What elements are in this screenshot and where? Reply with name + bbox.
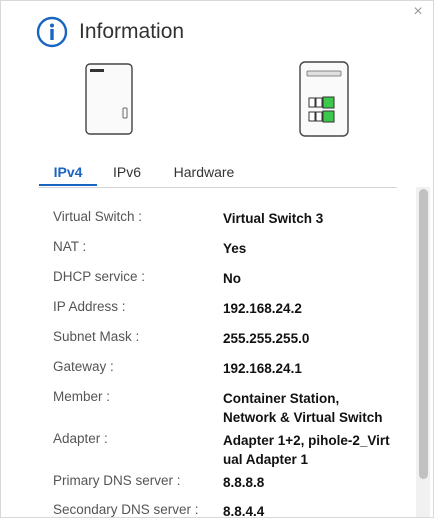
detail-label: DHCP service : xyxy=(53,269,146,284)
detail-value: 255.255.255.0 xyxy=(223,331,310,346)
detail-label: Secondary DNS server : xyxy=(53,502,199,517)
detail-label: Gateway : xyxy=(53,359,114,374)
information-dialog: × Information IPv4 IPv6 Hardware Virtual… xyxy=(0,0,434,518)
scrollbar-thumb[interactable] xyxy=(419,189,428,479)
nas-rear-panel-icon xyxy=(299,61,349,137)
detail-label: Virtual Switch : xyxy=(53,209,143,224)
detail-label: NAT : xyxy=(53,239,87,254)
dialog-title: Information xyxy=(79,20,185,43)
tab-ipv6[interactable]: IPv6 xyxy=(103,159,151,186)
detail-value: 192.168.24.2 xyxy=(223,301,302,316)
detail-value: No xyxy=(223,271,241,286)
detail-label: Primary DNS server : xyxy=(53,473,181,488)
detail-label: IP Address : xyxy=(53,299,126,314)
info-icon xyxy=(36,16,68,48)
detail-value: 8.8.8.8 xyxy=(223,475,265,490)
detail-label: Adapter : xyxy=(53,431,108,446)
detail-value: Container Station, Network & Virtual Swi… xyxy=(223,391,383,425)
close-icon[interactable]: × xyxy=(411,4,425,20)
detail-label: Subnet Mask : xyxy=(53,329,140,344)
details-panel: Virtual Switch : Virtual Switch 3 NAT : … xyxy=(39,191,397,517)
detail-value: Yes xyxy=(223,241,247,256)
dialog-header: Information xyxy=(36,15,184,49)
detail-value: Virtual Switch 3 xyxy=(223,211,324,226)
detail-label: Member : xyxy=(53,389,111,404)
tab-hardware[interactable]: Hardware xyxy=(165,159,243,186)
tab-bar: IPv4 IPv6 Hardware xyxy=(39,159,397,188)
tab-ipv4[interactable]: IPv4 xyxy=(39,159,97,186)
nas-device-icon xyxy=(85,63,133,135)
detail-value: 192.168.24.1 xyxy=(223,361,302,376)
detail-value: Adapter 1+2, pihole-2_Virtual Adapter 1 xyxy=(223,433,390,467)
device-images xyxy=(1,61,433,139)
detail-value: 8.8.4.4 xyxy=(223,504,265,517)
